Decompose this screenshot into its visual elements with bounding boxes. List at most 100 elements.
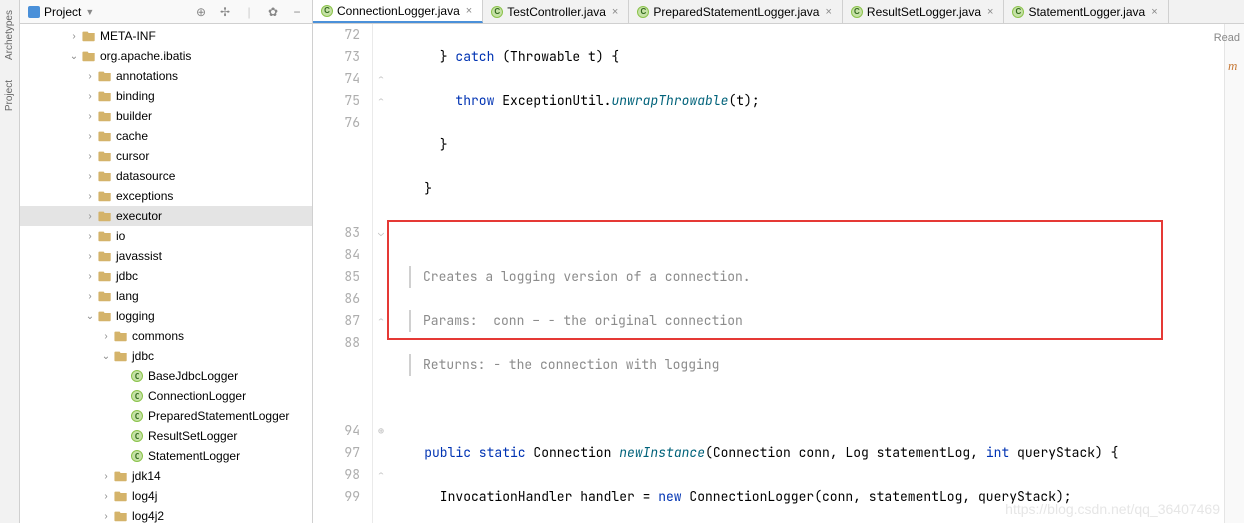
fold-mark[interactable] bbox=[373, 266, 389, 288]
tree-item[interactable]: › commons bbox=[20, 326, 312, 346]
tree-item[interactable]: CBaseJdbcLogger bbox=[20, 366, 312, 386]
fold-mark[interactable] bbox=[373, 354, 389, 376]
fold-mark[interactable] bbox=[373, 200, 389, 222]
fold-mark[interactable] bbox=[373, 442, 389, 464]
close-icon[interactable]: × bbox=[985, 6, 995, 18]
tree-item[interactable]: ›cache bbox=[20, 126, 312, 146]
code-content[interactable]: } catch (Throwable t) { throw ExceptionU… bbox=[389, 24, 1244, 523]
tree-arrow-icon[interactable]: › bbox=[84, 91, 96, 102]
tree-item[interactable]: › datasource bbox=[20, 166, 312, 186]
archetypes-tab[interactable]: Archetypes bbox=[4, 10, 15, 60]
tree-arrow-icon[interactable]: › bbox=[100, 491, 112, 502]
tree-arrow-icon[interactable]: › bbox=[84, 231, 96, 242]
tree-item[interactable]: › log4j2 bbox=[20, 506, 312, 523]
fold-gutter[interactable]: ⌃⌃⌄⌃⊕⌃ bbox=[373, 24, 389, 523]
tree-item[interactable]: ›jdbc bbox=[20, 266, 312, 286]
tree-arrow-icon[interactable]: › bbox=[100, 471, 112, 482]
tree-item[interactable]: ›javassist bbox=[20, 246, 312, 266]
tree-arrow-icon[interactable]: ⌄ bbox=[68, 51, 80, 62]
line-number: 94 bbox=[313, 420, 360, 442]
tree-item[interactable]: ›executor bbox=[20, 206, 312, 226]
tree-item[interactable]: ›lang bbox=[20, 286, 312, 306]
hide-icon[interactable]: − bbox=[290, 5, 304, 19]
tree-item-label: commons bbox=[132, 329, 184, 343]
tree-item[interactable]: ⌄jdbc bbox=[20, 346, 312, 366]
tree-arrow-icon[interactable]: › bbox=[84, 71, 96, 82]
folder-icon bbox=[114, 329, 128, 343]
fold-mark[interactable] bbox=[373, 398, 389, 420]
folder-icon bbox=[98, 229, 112, 243]
locate-icon[interactable]: ⊕ bbox=[194, 5, 208, 19]
fold-mark[interactable] bbox=[373, 486, 389, 508]
tree-item[interactable]: ⌄org.apache.ibatis bbox=[20, 46, 312, 66]
fold-mark[interactable] bbox=[373, 178, 389, 200]
tree-item[interactable]: ⌄logging bbox=[20, 306, 312, 326]
fold-mark[interactable]: ⌃ bbox=[373, 90, 389, 112]
editor-tab[interactable]: CStatementLogger.java× bbox=[1004, 0, 1168, 23]
fold-mark[interactable]: ⊕ bbox=[373, 420, 389, 442]
tree-item[interactable]: ›exceptions bbox=[20, 186, 312, 206]
fold-mark[interactable] bbox=[373, 156, 389, 178]
fold-mark[interactable] bbox=[373, 24, 389, 46]
tree-item[interactable]: ›io bbox=[20, 226, 312, 246]
watermark: https://blog.csdn.net/qq_36407469 bbox=[1005, 501, 1220, 517]
fold-mark[interactable] bbox=[373, 46, 389, 68]
tree-arrow-icon[interactable]: › bbox=[84, 271, 96, 282]
project-tab[interactable]: Project bbox=[4, 80, 15, 111]
expand-icon[interactable]: ✢ bbox=[218, 5, 232, 19]
fold-mark[interactable] bbox=[373, 134, 389, 156]
editor-tab[interactable]: CResultSetLogger.java× bbox=[843, 0, 1005, 23]
editor-tab[interactable]: CConnectionLogger.java× bbox=[313, 0, 483, 23]
tree-arrow-icon[interactable]: › bbox=[84, 291, 96, 302]
close-icon[interactable]: × bbox=[1149, 6, 1159, 18]
tree-arrow-icon[interactable]: › bbox=[84, 171, 96, 182]
gear-icon[interactable]: ✿ bbox=[266, 5, 280, 19]
fold-mark[interactable] bbox=[373, 112, 389, 134]
folder-icon bbox=[114, 489, 128, 503]
tree-item[interactable]: ›META-INF bbox=[20, 26, 312, 46]
fold-mark[interactable] bbox=[373, 288, 389, 310]
close-icon[interactable]: × bbox=[823, 6, 833, 18]
tree-item[interactable]: CConnectionLogger bbox=[20, 386, 312, 406]
tree-item[interactable]: ›jdk14 bbox=[20, 466, 312, 486]
folder-icon bbox=[98, 209, 112, 223]
tree-arrow-icon[interactable]: › bbox=[84, 191, 96, 202]
fold-mark[interactable]: ⌃ bbox=[373, 310, 389, 332]
fold-mark[interactable]: ⌃ bbox=[373, 464, 389, 486]
editor-tab[interactable]: CPreparedStatementLogger.java× bbox=[629, 0, 843, 23]
tree-item[interactable]: CPreparedStatementLogger bbox=[20, 406, 312, 426]
fold-mark[interactable] bbox=[373, 332, 389, 354]
tree-arrow-icon[interactable]: › bbox=[84, 131, 96, 142]
editor-body[interactable]: 727374757683848586878894979899 ⌃⌃⌄⌃⊕⌃ } … bbox=[313, 24, 1244, 523]
tree-item[interactable]: ›binding bbox=[20, 86, 312, 106]
tree-item[interactable]: ›log4j bbox=[20, 486, 312, 506]
tree-item-label: datasource bbox=[116, 169, 175, 183]
project-tree[interactable]: ›META-INF⌄org.apache.ibatis›annotations›… bbox=[20, 24, 312, 523]
tree-arrow-icon[interactable]: › bbox=[84, 111, 96, 122]
close-icon[interactable]: × bbox=[464, 5, 474, 17]
tree-item[interactable]: CStatementLogger bbox=[20, 446, 312, 466]
dropdown-icon[interactable]: ▼ bbox=[85, 7, 94, 17]
folder-icon bbox=[98, 149, 112, 163]
maven-icon[interactable]: m bbox=[1228, 58, 1242, 72]
tree-item[interactable]: ›annotations bbox=[20, 66, 312, 86]
tree-item[interactable]: CResultSetLogger bbox=[20, 426, 312, 446]
tree-item[interactable]: ›builder bbox=[20, 106, 312, 126]
tree-arrow-icon[interactable]: › bbox=[100, 511, 112, 522]
tree-arrow-icon[interactable]: › bbox=[84, 211, 96, 222]
tree-arrow-icon[interactable]: ⌄ bbox=[100, 351, 112, 362]
fold-mark[interactable] bbox=[373, 376, 389, 398]
tree-item-label: log4j2 bbox=[132, 509, 164, 523]
fold-mark[interactable] bbox=[373, 244, 389, 266]
tree-arrow-icon[interactable]: › bbox=[100, 331, 112, 342]
tree-item[interactable]: ›cursor bbox=[20, 146, 312, 166]
editor-tab[interactable]: CTestController.java× bbox=[483, 0, 629, 23]
fold-mark[interactable]: ⌃ bbox=[373, 68, 389, 90]
fold-mark[interactable]: ⌄ bbox=[373, 222, 389, 244]
tree-arrow-icon[interactable]: › bbox=[68, 31, 80, 42]
close-icon[interactable]: × bbox=[610, 6, 620, 18]
tree-arrow-icon[interactable]: ⌄ bbox=[84, 311, 96, 322]
tree-arrow-icon[interactable]: › bbox=[84, 151, 96, 162]
tree-arrow-icon[interactable]: › bbox=[84, 251, 96, 262]
class-icon: C bbox=[130, 409, 144, 423]
